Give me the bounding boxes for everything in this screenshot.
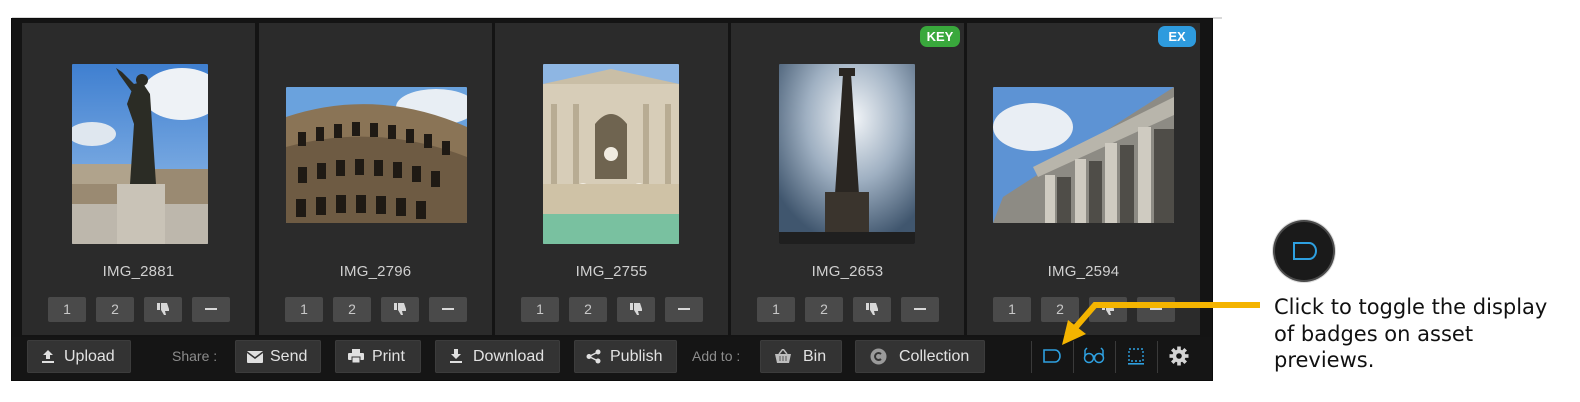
reject-button[interactable] [617, 297, 655, 322]
asset-browser-panel: IMG_2881 1 2 IMG_2796 1 2 IMG_2755 1 2 K… [12, 19, 1212, 380]
send-button[interactable]: Send [235, 340, 321, 373]
rating-2-button[interactable]: 2 [333, 297, 371, 322]
rating-1-button[interactable]: 1 [285, 297, 323, 322]
share-icon [586, 349, 601, 364]
asset-thumbnail[interactable] [72, 64, 208, 244]
asset-thumbnail[interactable] [286, 87, 467, 223]
asset-card[interactable]: IMG_2881 1 2 [22, 23, 255, 335]
reject-button[interactable] [381, 297, 419, 322]
upload-label: Upload [64, 348, 115, 365]
thumbs-down-icon [157, 303, 169, 315]
thumbs-down-icon [630, 303, 642, 315]
rating-1-button[interactable]: 1 [757, 297, 795, 322]
publish-button[interactable]: Publish [574, 340, 677, 373]
asset-name: IMG_2796 [339, 263, 412, 280]
print-button[interactable]: Print [335, 340, 421, 373]
asset-grid: IMG_2881 1 2 IMG_2796 1 2 IMG_2755 1 2 K… [22, 23, 1212, 335]
thumbnail-image [543, 64, 679, 244]
bin-button[interactable]: Bin [760, 340, 842, 373]
badge-toggle-icon[interactable] [1042, 348, 1062, 364]
publish-label: Publish [610, 348, 663, 365]
download-button[interactable]: Download [435, 340, 560, 373]
download-icon [450, 349, 462, 363]
thumbnail-image [286, 87, 467, 223]
minus-icon [678, 308, 690, 310]
ex-badge: EX [1158, 26, 1196, 47]
thumbnail-image [72, 64, 208, 244]
clear-rating-button[interactable] [901, 297, 939, 322]
add-to-label: Add to : [692, 348, 741, 364]
print-label: Print [372, 348, 405, 365]
clear-rating-button[interactable] [192, 297, 230, 322]
asset-name: IMG_2594 [1047, 263, 1120, 280]
toolbar-separator [1031, 341, 1032, 373]
asset-name: IMG_2881 [102, 263, 175, 280]
asset-card[interactable]: EX IMG_2594 1 2 [967, 23, 1200, 335]
minus-icon [205, 308, 217, 310]
upload-button[interactable]: Upload [27, 340, 131, 373]
asset-thumbnail[interactable] [543, 64, 679, 244]
rating-2-button[interactable]: 2 [569, 297, 607, 322]
asset-card[interactable]: IMG_2755 1 2 [495, 23, 728, 335]
collection-icon [870, 348, 887, 365]
action-toolbar: Upload Share : Send Print Download Publi… [12, 337, 1212, 380]
rating-1-button[interactable]: 1 [521, 297, 559, 322]
key-badge: KEY [920, 26, 960, 47]
callout-arrow [1062, 302, 1260, 345]
badge-toggle-icon [1293, 242, 1317, 260]
thumbnail-image [993, 87, 1174, 223]
upload-icon [42, 350, 54, 363]
callout-text: Click to toggle the display of badges on… [1274, 295, 1548, 372]
rating-2-button[interactable]: 2 [805, 297, 843, 322]
asset-name: IMG_2755 [575, 263, 648, 280]
reject-button[interactable] [853, 297, 891, 322]
asset-thumbnail[interactable] [993, 87, 1174, 223]
minus-icon [914, 308, 926, 310]
envelope-icon [247, 351, 263, 363]
rating-1-button[interactable]: 1 [48, 297, 86, 322]
asset-name: IMG_2653 [811, 263, 884, 280]
thumbs-down-icon [866, 303, 878, 315]
collection-label: Collection [899, 348, 970, 365]
send-label: Send [270, 348, 308, 365]
minus-icon [442, 308, 454, 310]
share-label: Share : [172, 348, 218, 364]
clear-rating-button[interactable] [429, 297, 467, 322]
basket-icon [775, 349, 791, 363]
bin-label: Bin [803, 348, 827, 365]
asset-card[interactable]: IMG_2796 1 2 [259, 23, 492, 335]
clear-rating-button[interactable] [665, 297, 703, 322]
download-label: Download [473, 348, 545, 365]
printer-icon [348, 349, 364, 364]
thumbnail-image [779, 64, 915, 244]
rating-2-button[interactable]: 2 [96, 297, 134, 322]
collection-button[interactable]: Collection [855, 340, 985, 373]
rating-1-button[interactable]: 1 [993, 297, 1031, 322]
callout-icon-circle [1275, 222, 1333, 280]
thumbs-down-icon [394, 303, 406, 315]
asset-card[interactable]: KEY IMG_2653 1 2 [731, 23, 964, 335]
reject-button[interactable] [144, 297, 182, 322]
asset-thumbnail[interactable] [779, 64, 915, 244]
